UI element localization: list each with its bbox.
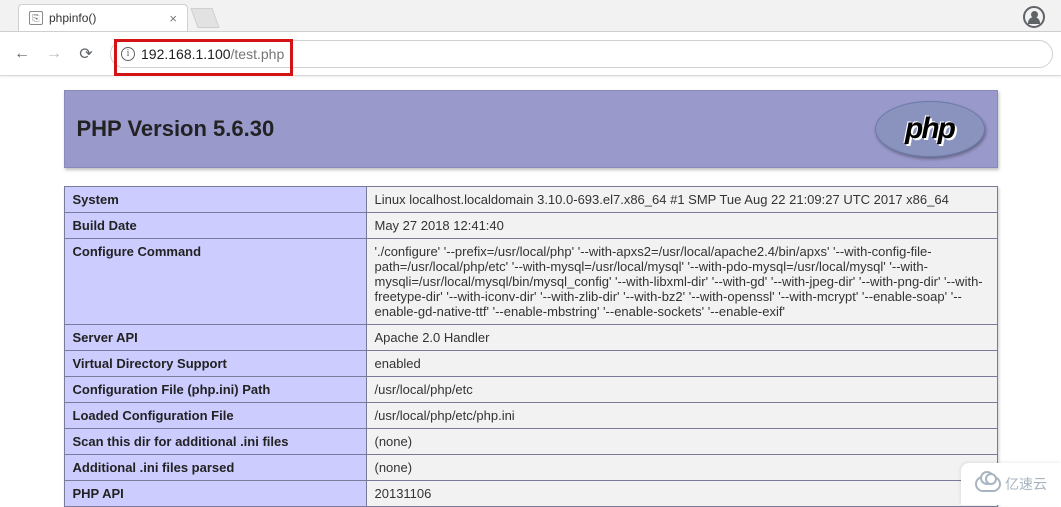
url-host: 192.168.1.100 (141, 46, 231, 62)
cloud-icon (975, 476, 1001, 492)
new-tab-button[interactable] (190, 8, 219, 28)
phpinfo-table: SystemLinux localhost.localdomain 3.10.0… (64, 186, 998, 507)
row-value: /usr/local/php/etc/php.ini (366, 403, 997, 429)
address-bar[interactable]: i 192.168.1.100/test.php (110, 40, 1053, 68)
row-key: Server API (64, 325, 366, 351)
row-value: (none) (366, 429, 997, 455)
row-value: Linux localhost.localdomain 3.10.0-693.e… (366, 187, 997, 213)
table-row: Additional .ini files parsed(none) (64, 455, 997, 481)
close-tab-icon[interactable]: × (169, 11, 177, 26)
tab-title: phpinfo() (49, 11, 96, 25)
url-text: 192.168.1.100/test.php (141, 46, 284, 62)
php-version-title: PHP Version 5.6.30 (77, 116, 275, 142)
reload-button[interactable]: ⟳ (72, 40, 100, 68)
table-row: PHP API20131106 (64, 481, 997, 507)
table-row: Scan this dir for additional .ini files(… (64, 429, 997, 455)
php-header: PHP Version 5.6.30 php (64, 90, 998, 168)
url-path: /test.php (231, 46, 285, 62)
back-button[interactable]: ← (8, 40, 36, 68)
watermark: 亿速云 (961, 463, 1061, 505)
row-key: Build Date (64, 213, 366, 239)
row-value: May 27 2018 12:41:40 (366, 213, 997, 239)
row-key: Configuration File (php.ini) Path (64, 377, 366, 403)
page-content: PHP Version 5.6.30 php SystemLinux local… (0, 76, 1061, 507)
toolbar: ← → ⟳ i 192.168.1.100/test.php (0, 32, 1061, 76)
table-row: Virtual Directory Supportenabled (64, 351, 997, 377)
row-value: './configure' '--prefix=/usr/local/php' … (366, 239, 997, 325)
table-row: Loaded Configuration File/usr/local/php/… (64, 403, 997, 429)
row-value: Apache 2.0 Handler (366, 325, 997, 351)
browser-tab[interactable]: ⎘ phpinfo() × (18, 4, 188, 31)
row-key: System (64, 187, 366, 213)
table-row: Server APIApache 2.0 Handler (64, 325, 997, 351)
row-value: 20131106 (366, 481, 997, 507)
row-key: Virtual Directory Support (64, 351, 366, 377)
table-row: Configure Command'./configure' '--prefix… (64, 239, 997, 325)
site-info-icon[interactable]: i (121, 47, 135, 61)
watermark-text: 亿速云 (1005, 474, 1047, 494)
php-logo: php (875, 101, 985, 157)
account-icon[interactable] (1023, 6, 1045, 28)
row-value: /usr/local/php/etc (366, 377, 997, 403)
forward-button[interactable]: → (40, 40, 68, 68)
row-key: Additional .ini files parsed (64, 455, 366, 481)
phpinfo-tbody: SystemLinux localhost.localdomain 3.10.0… (64, 187, 997, 507)
table-row: Configuration File (php.ini) Path/usr/lo… (64, 377, 997, 403)
row-value: enabled (366, 351, 997, 377)
row-key: Scan this dir for additional .ini files (64, 429, 366, 455)
row-key: Configure Command (64, 239, 366, 325)
php-logo-text: php (905, 112, 954, 146)
row-key: Loaded Configuration File (64, 403, 366, 429)
row-value: (none) (366, 455, 997, 481)
favicon-icon: ⎘ (29, 11, 43, 25)
table-row: SystemLinux localhost.localdomain 3.10.0… (64, 187, 997, 213)
tab-strip: ⎘ phpinfo() × (0, 0, 1061, 32)
row-key: PHP API (64, 481, 366, 507)
table-row: Build DateMay 27 2018 12:41:40 (64, 213, 997, 239)
